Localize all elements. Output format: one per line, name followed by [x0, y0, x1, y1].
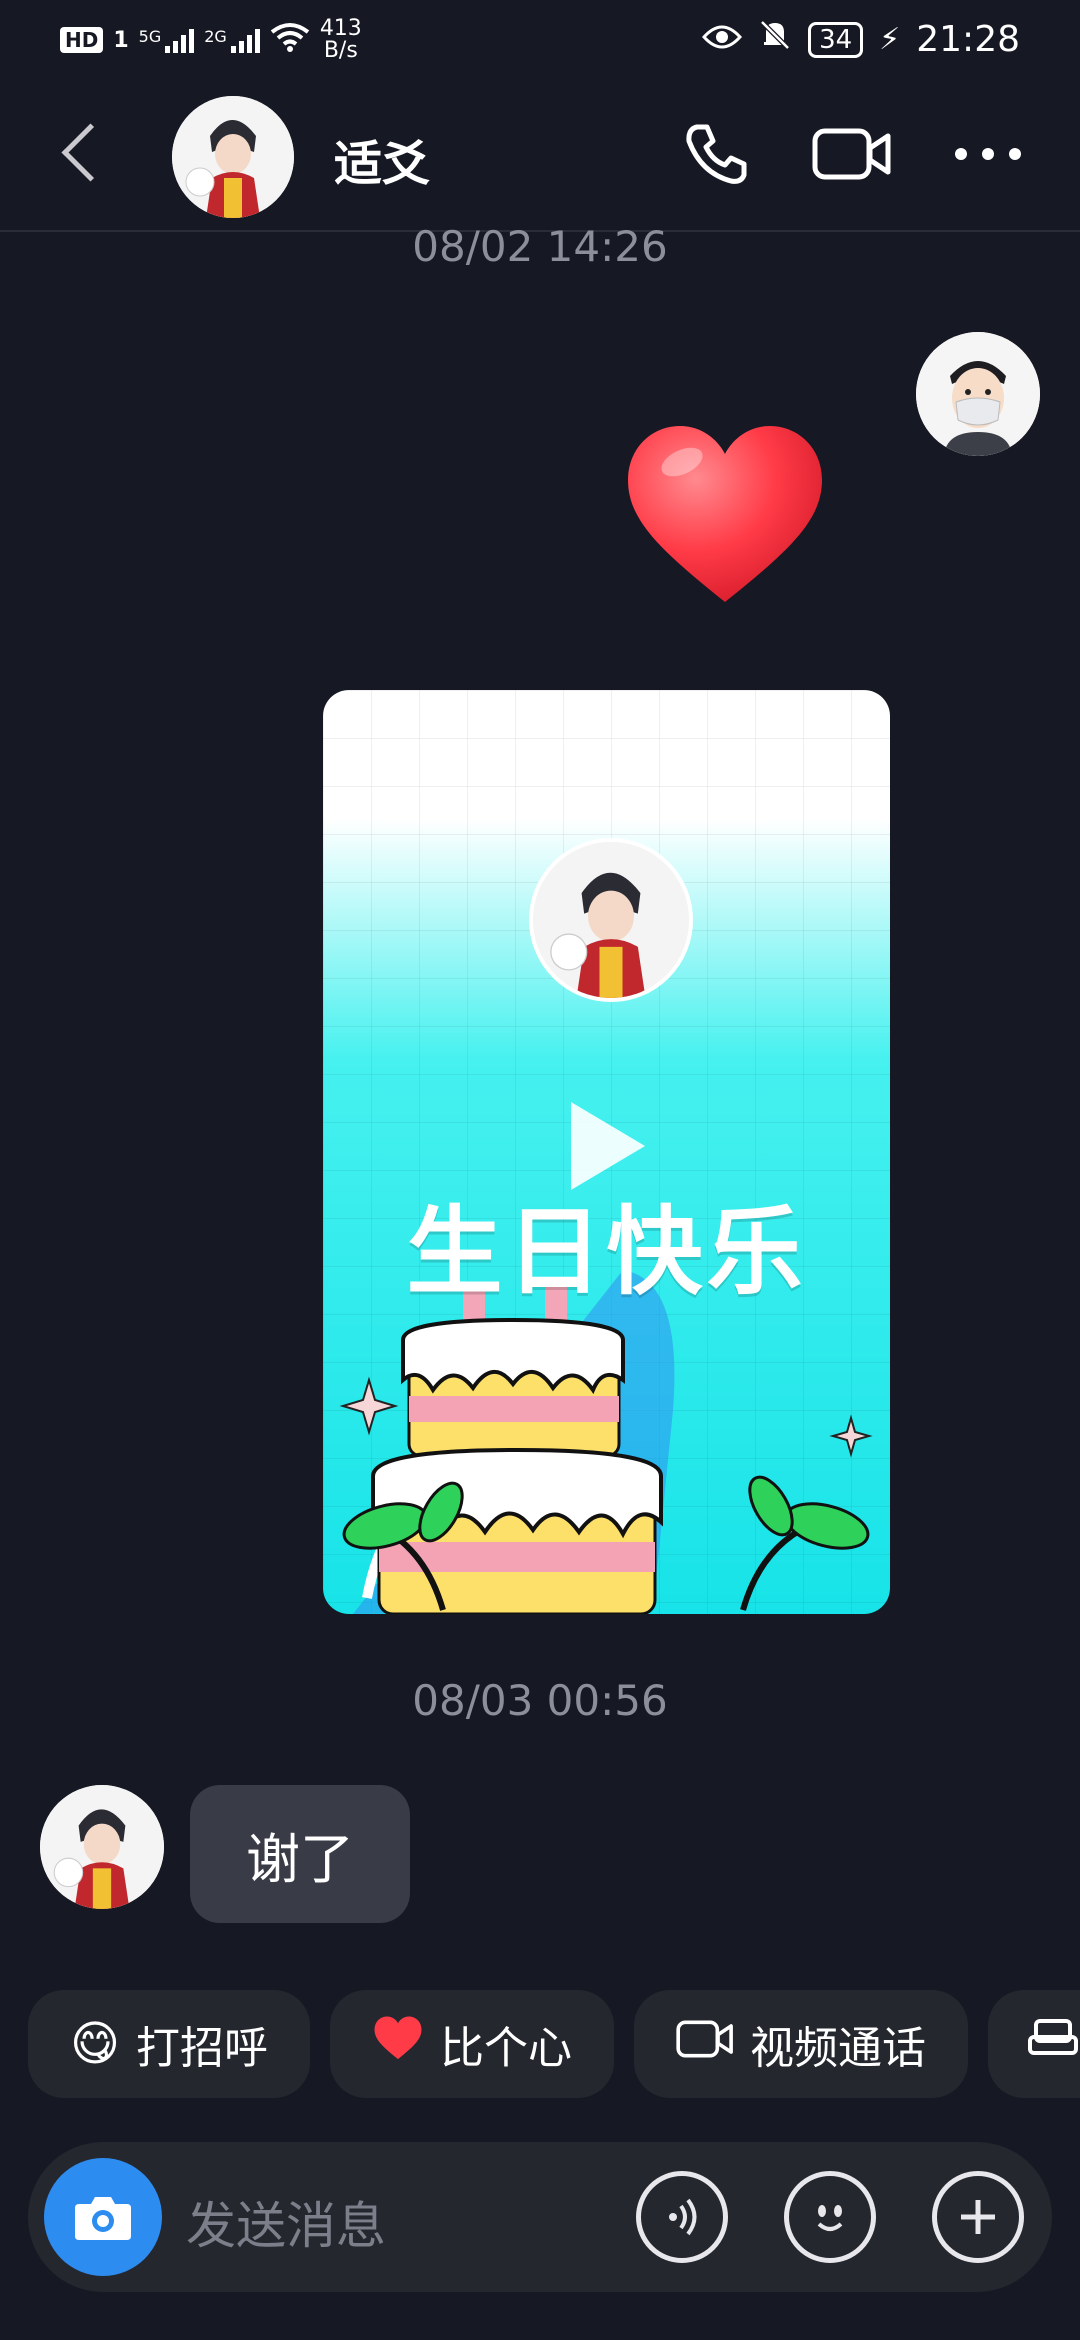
chip-label: 比个心: [440, 2023, 573, 2074]
charging-icon: ⚡: [879, 22, 901, 57]
sim-number: 1: [113, 27, 129, 53]
mute-bell-icon: [758, 18, 792, 61]
chip-label: 打招呼: [136, 2023, 269, 2074]
my-avatar[interactable]: [916, 332, 1040, 456]
sofa-icon: [1028, 2017, 1079, 2072]
status-left: HD 1 5G 2G 413 B/s: [60, 18, 362, 62]
status-right: 34 ⚡ 21:28: [702, 18, 1020, 61]
birthday-video-card[interactable]: 生日快乐: [323, 690, 890, 1614]
net-speed: 413 B/s: [319, 16, 362, 63]
clock: 21:28: [916, 19, 1020, 60]
signal-2g-icon: 2G: [204, 27, 260, 53]
quick-reply-heart[interactable]: 比个心: [330, 1990, 615, 2098]
message-bubble[interactable]: 谢了: [190, 1785, 410, 1923]
contact-avatar[interactable]: [40, 1785, 164, 1909]
quick-reply-video-call[interactable]: 视频通话: [634, 1990, 969, 2098]
wifi-icon: [270, 22, 310, 58]
status-bar: HD 1 5G 2G 413 B/s 34 ⚡ 21:28: [0, 0, 1080, 80]
chat-header: 适爻: [0, 80, 1080, 232]
message-input[interactable]: 发送消息: [186, 2186, 386, 2258]
video-camera-icon: [676, 2018, 734, 2071]
more-options-icon[interactable]: [948, 114, 1028, 194]
card-avatar: [529, 838, 693, 1002]
voice-input-icon[interactable]: [636, 2171, 728, 2263]
contact-avatar[interactable]: [172, 96, 294, 218]
back-icon[interactable]: [61, 123, 120, 182]
phone-call-icon[interactable]: [676, 114, 756, 194]
quick-reply-greet[interactable]: 😋 打招呼: [28, 1990, 311, 2098]
eye-icon: [702, 19, 743, 60]
hd-badge: HD: [60, 27, 104, 53]
timestamp: 08/03 00:56: [412, 1676, 668, 1725]
play-icon[interactable]: [571, 1102, 645, 1190]
greeting-emoji-icon: 😋: [70, 2016, 121, 2072]
emoji-icon[interactable]: [784, 2171, 876, 2263]
video-call-icon[interactable]: [810, 114, 894, 194]
message-input-bar: 发送消息: [28, 2142, 1052, 2292]
heart-emoji-icon: [372, 2015, 424, 2073]
quick-reply-bar: 😋 打招呼 比个心 视频通话: [28, 1990, 1080, 2098]
card-title: 生日快乐: [406, 1196, 807, 1308]
camera-icon[interactable]: [44, 2158, 162, 2276]
timestamp: 08/02 14:26: [412, 222, 668, 271]
add-icon[interactable]: [932, 2171, 1024, 2263]
signal-5g-icon: 5G: [139, 27, 195, 53]
heart-sticker[interactable]: [620, 420, 830, 610]
chip-label: 视频通话: [750, 2023, 927, 2074]
battery-indicator: 34: [808, 21, 864, 58]
quick-reply-more[interactable]: [988, 1990, 1080, 2098]
contact-name: 适爻: [334, 136, 431, 192]
